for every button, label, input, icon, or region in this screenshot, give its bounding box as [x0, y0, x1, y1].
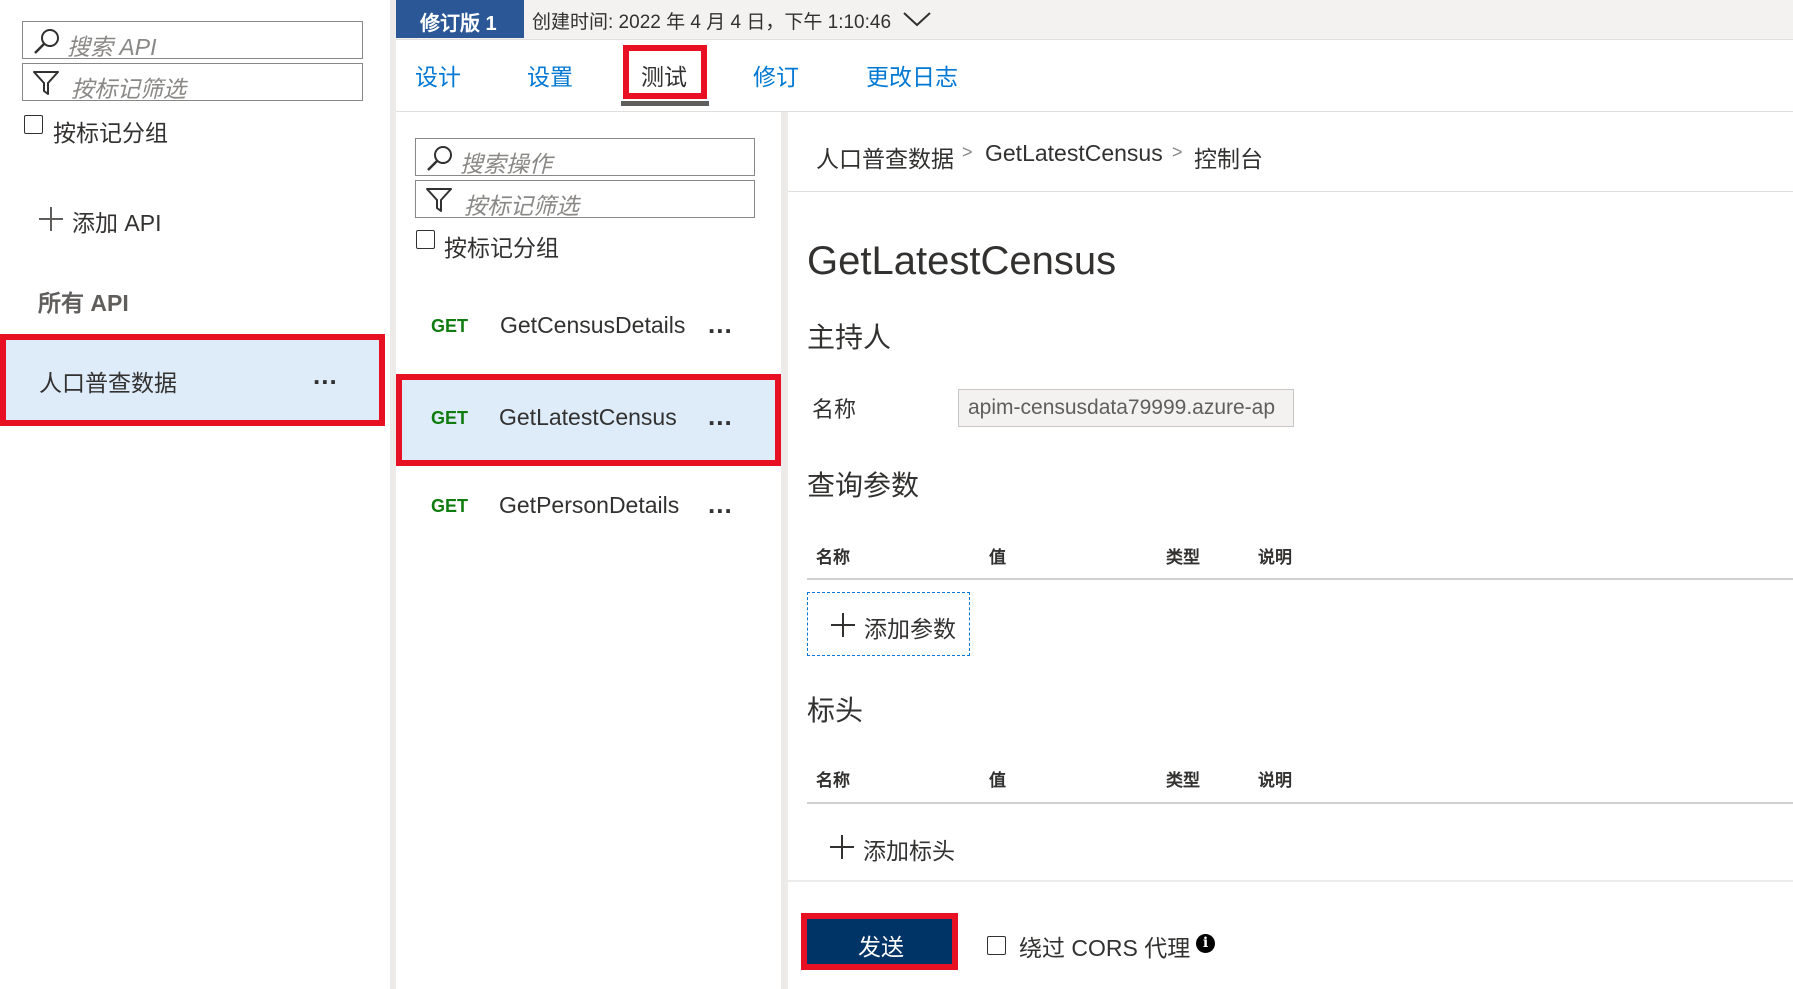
- operation-group-by-tag-checkbox[interactable]: [416, 230, 435, 249]
- info-icon[interactable]: i: [1196, 934, 1215, 953]
- operation-search-input[interactable]: 搜索操作: [415, 138, 755, 177]
- query-col-value: 值: [989, 548, 1006, 567]
- search-icon: [427, 146, 452, 171]
- host-name-value: apim-censusdata79999.azure-ap: [968, 396, 1276, 419]
- api-tag-filter-placeholder: 按标记筛选: [71, 76, 186, 102]
- plus-icon: [831, 613, 855, 637]
- operation-more-icon[interactable]: ...: [708, 491, 733, 517]
- headers-table-divider: [807, 802, 1793, 804]
- test-console-panel: 人口普查数据 > GetLatestCensus > 控制台 GetLatest…: [788, 112, 1793, 989]
- created-timestamp: 创建时间: 2022 年 4 月 4 日，下午 1:10:46: [532, 12, 892, 33]
- highlight-send-button: [801, 913, 958, 970]
- operation-tag-filter-placeholder: 按标记筛选: [464, 193, 579, 219]
- host-heading: 主持人: [807, 322, 892, 353]
- add-parameter-button[interactable]: 添加参数: [807, 592, 970, 656]
- operation-item[interactable]: GET GetPersonDetails ...: [396, 474, 781, 534]
- query-params-heading: 查询参数: [807, 470, 920, 501]
- bypass-cors-label: 绕过 CORS 代理: [1019, 935, 1191, 961]
- api-search-input[interactable]: 搜索 API: [22, 21, 363, 60]
- footer-divider: [788, 880, 1793, 882]
- operations-panel: 搜索操作 按标记筛选 按标记分组 GET GetCensusDetails ..…: [396, 112, 781, 989]
- highlight-api-item: [0, 334, 385, 426]
- host-name-label: 名称: [812, 397, 857, 422]
- chevron-down-icon[interactable]: [902, 10, 932, 28]
- api-list-panel: 搜索 API 按标记筛选 按标记分组 添加 API 所有 API 人口普查数据 …: [0, 0, 390, 989]
- add-header-label: 添加标头: [863, 838, 955, 864]
- operation-group-by-tag-label: 按标记分组: [444, 235, 559, 261]
- headers-col-name: 名称: [816, 771, 850, 790]
- breadcrumb-separator-icon: >: [962, 142, 973, 162]
- headers-col-value: 值: [989, 771, 1006, 790]
- revision-badge[interactable]: 修订版 1: [396, 0, 524, 38]
- query-col-description: 说明: [1258, 548, 1292, 567]
- query-table-divider: [807, 578, 1793, 580]
- headers-col-description: 说明: [1258, 771, 1292, 790]
- add-header-button[interactable]: 添加标头: [807, 817, 970, 877]
- tab-test-underline: [621, 101, 709, 106]
- highlight-operation: [396, 374, 781, 466]
- operation-tag-filter-input[interactable]: 按标记筛选: [415, 180, 755, 219]
- tab-changelog[interactable]: 更改日志: [866, 58, 958, 92]
- ops-divider: [781, 112, 788, 989]
- api-tag-filter-input[interactable]: 按标记筛选: [22, 63, 363, 102]
- add-api-button[interactable]: 添加 API: [38, 204, 218, 236]
- tab-settings[interactable]: 设置: [527, 58, 573, 92]
- tab-bar: [396, 42, 1793, 112]
- http-method-badge: GET: [431, 496, 469, 516]
- tab-revisions[interactable]: 修订: [753, 58, 799, 92]
- operation-item[interactable]: GET GetCensusDetails ...: [396, 294, 781, 354]
- headers-col-type: 类型: [1166, 771, 1200, 790]
- http-method-badge: GET: [431, 316, 469, 336]
- filter-icon: [426, 188, 452, 212]
- api-search-placeholder: 搜索 API: [67, 34, 157, 60]
- headers-heading: 标头: [807, 695, 864, 726]
- operation-name: GetCensusDetails: [500, 312, 686, 338]
- page-title: GetLatestCensus: [807, 239, 1117, 283]
- breadcrumb-api[interactable]: 人口普查数据: [816, 140, 954, 174]
- host-name-field[interactable]: apim-censusdata79999.azure-ap: [958, 389, 1294, 427]
- query-col-name: 名称: [816, 548, 850, 567]
- bypass-cors-checkbox[interactable]: [987, 936, 1006, 955]
- highlight-test-tab: [623, 45, 707, 99]
- revision-bar: 修订版 1 创建时间: 2022 年 4 月 4 日，下午 1:10:46: [396, 0, 1793, 40]
- breadcrumb-operation[interactable]: GetLatestCensus: [985, 140, 1163, 167]
- add-api-label: 添加 API: [72, 210, 162, 236]
- operation-name: GetPersonDetails: [499, 492, 680, 518]
- tab-design[interactable]: 设计: [415, 58, 461, 92]
- all-apis-heading: 所有 API: [38, 290, 129, 316]
- operation-search-placeholder: 搜索操作: [460, 151, 552, 177]
- api-group-by-tag-label: 按标记分组: [53, 120, 168, 146]
- api-group-by-tag-checkbox[interactable]: [24, 115, 43, 134]
- plus-icon: [39, 207, 63, 231]
- query-col-type: 类型: [1166, 548, 1200, 567]
- breadcrumb-separator-icon: >: [1172, 142, 1183, 162]
- operation-more-icon[interactable]: ...: [708, 311, 733, 337]
- breadcrumb: 人口普查数据 > GetLatestCensus > 控制台: [788, 112, 1793, 192]
- breadcrumb-console: 控制台: [1194, 146, 1263, 172]
- add-parameter-label: 添加参数: [864, 616, 956, 642]
- search-icon: [34, 29, 59, 54]
- filter-icon: [33, 71, 59, 95]
- plus-icon: [830, 835, 854, 859]
